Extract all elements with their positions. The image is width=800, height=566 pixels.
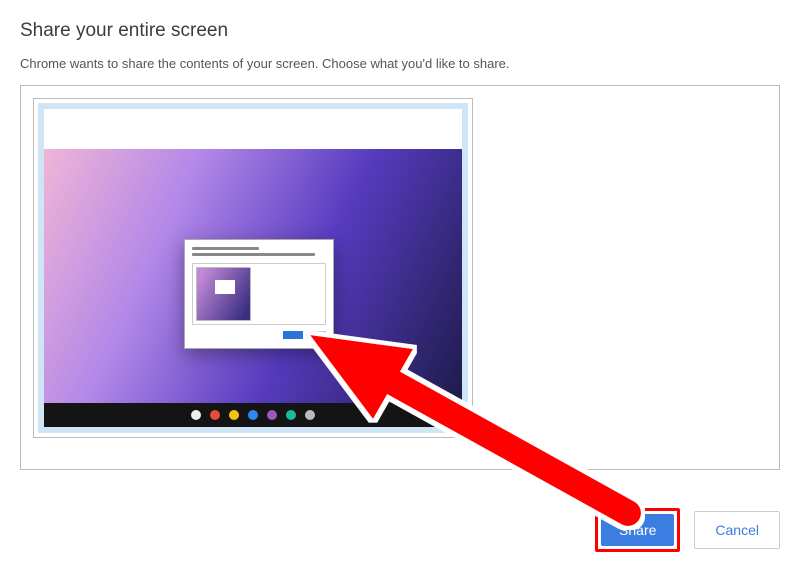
screen-thumbnail-inner <box>38 103 468 433</box>
thumbnail-desktop <box>44 149 462 403</box>
cancel-button[interactable]: Cancel <box>694 511 780 549</box>
share-button[interactable]: Share <box>601 514 674 546</box>
taskbar-icon <box>191 410 201 420</box>
annotation-highlight: Share <box>595 508 680 552</box>
dialog-title: Share your entire screen <box>20 20 780 42</box>
thumbnail-taskbar <box>44 403 462 427</box>
taskbar-icon <box>286 410 296 420</box>
taskbar-icon <box>248 410 258 420</box>
taskbar-icon <box>305 410 315 420</box>
screen-selection-panel <box>20 85 780 470</box>
thumbnail-browser-bar <box>44 109 462 149</box>
dialog-button-row: Share Cancel <box>595 508 780 552</box>
thumbnail-nested-dialog <box>184 239 334 349</box>
taskbar-icon <box>267 410 277 420</box>
taskbar-icon <box>229 410 239 420</box>
dialog-subtitle: Chrome wants to share the contents of yo… <box>20 56 780 71</box>
taskbar-icon <box>210 410 220 420</box>
screen-thumbnail[interactable] <box>33 98 473 438</box>
